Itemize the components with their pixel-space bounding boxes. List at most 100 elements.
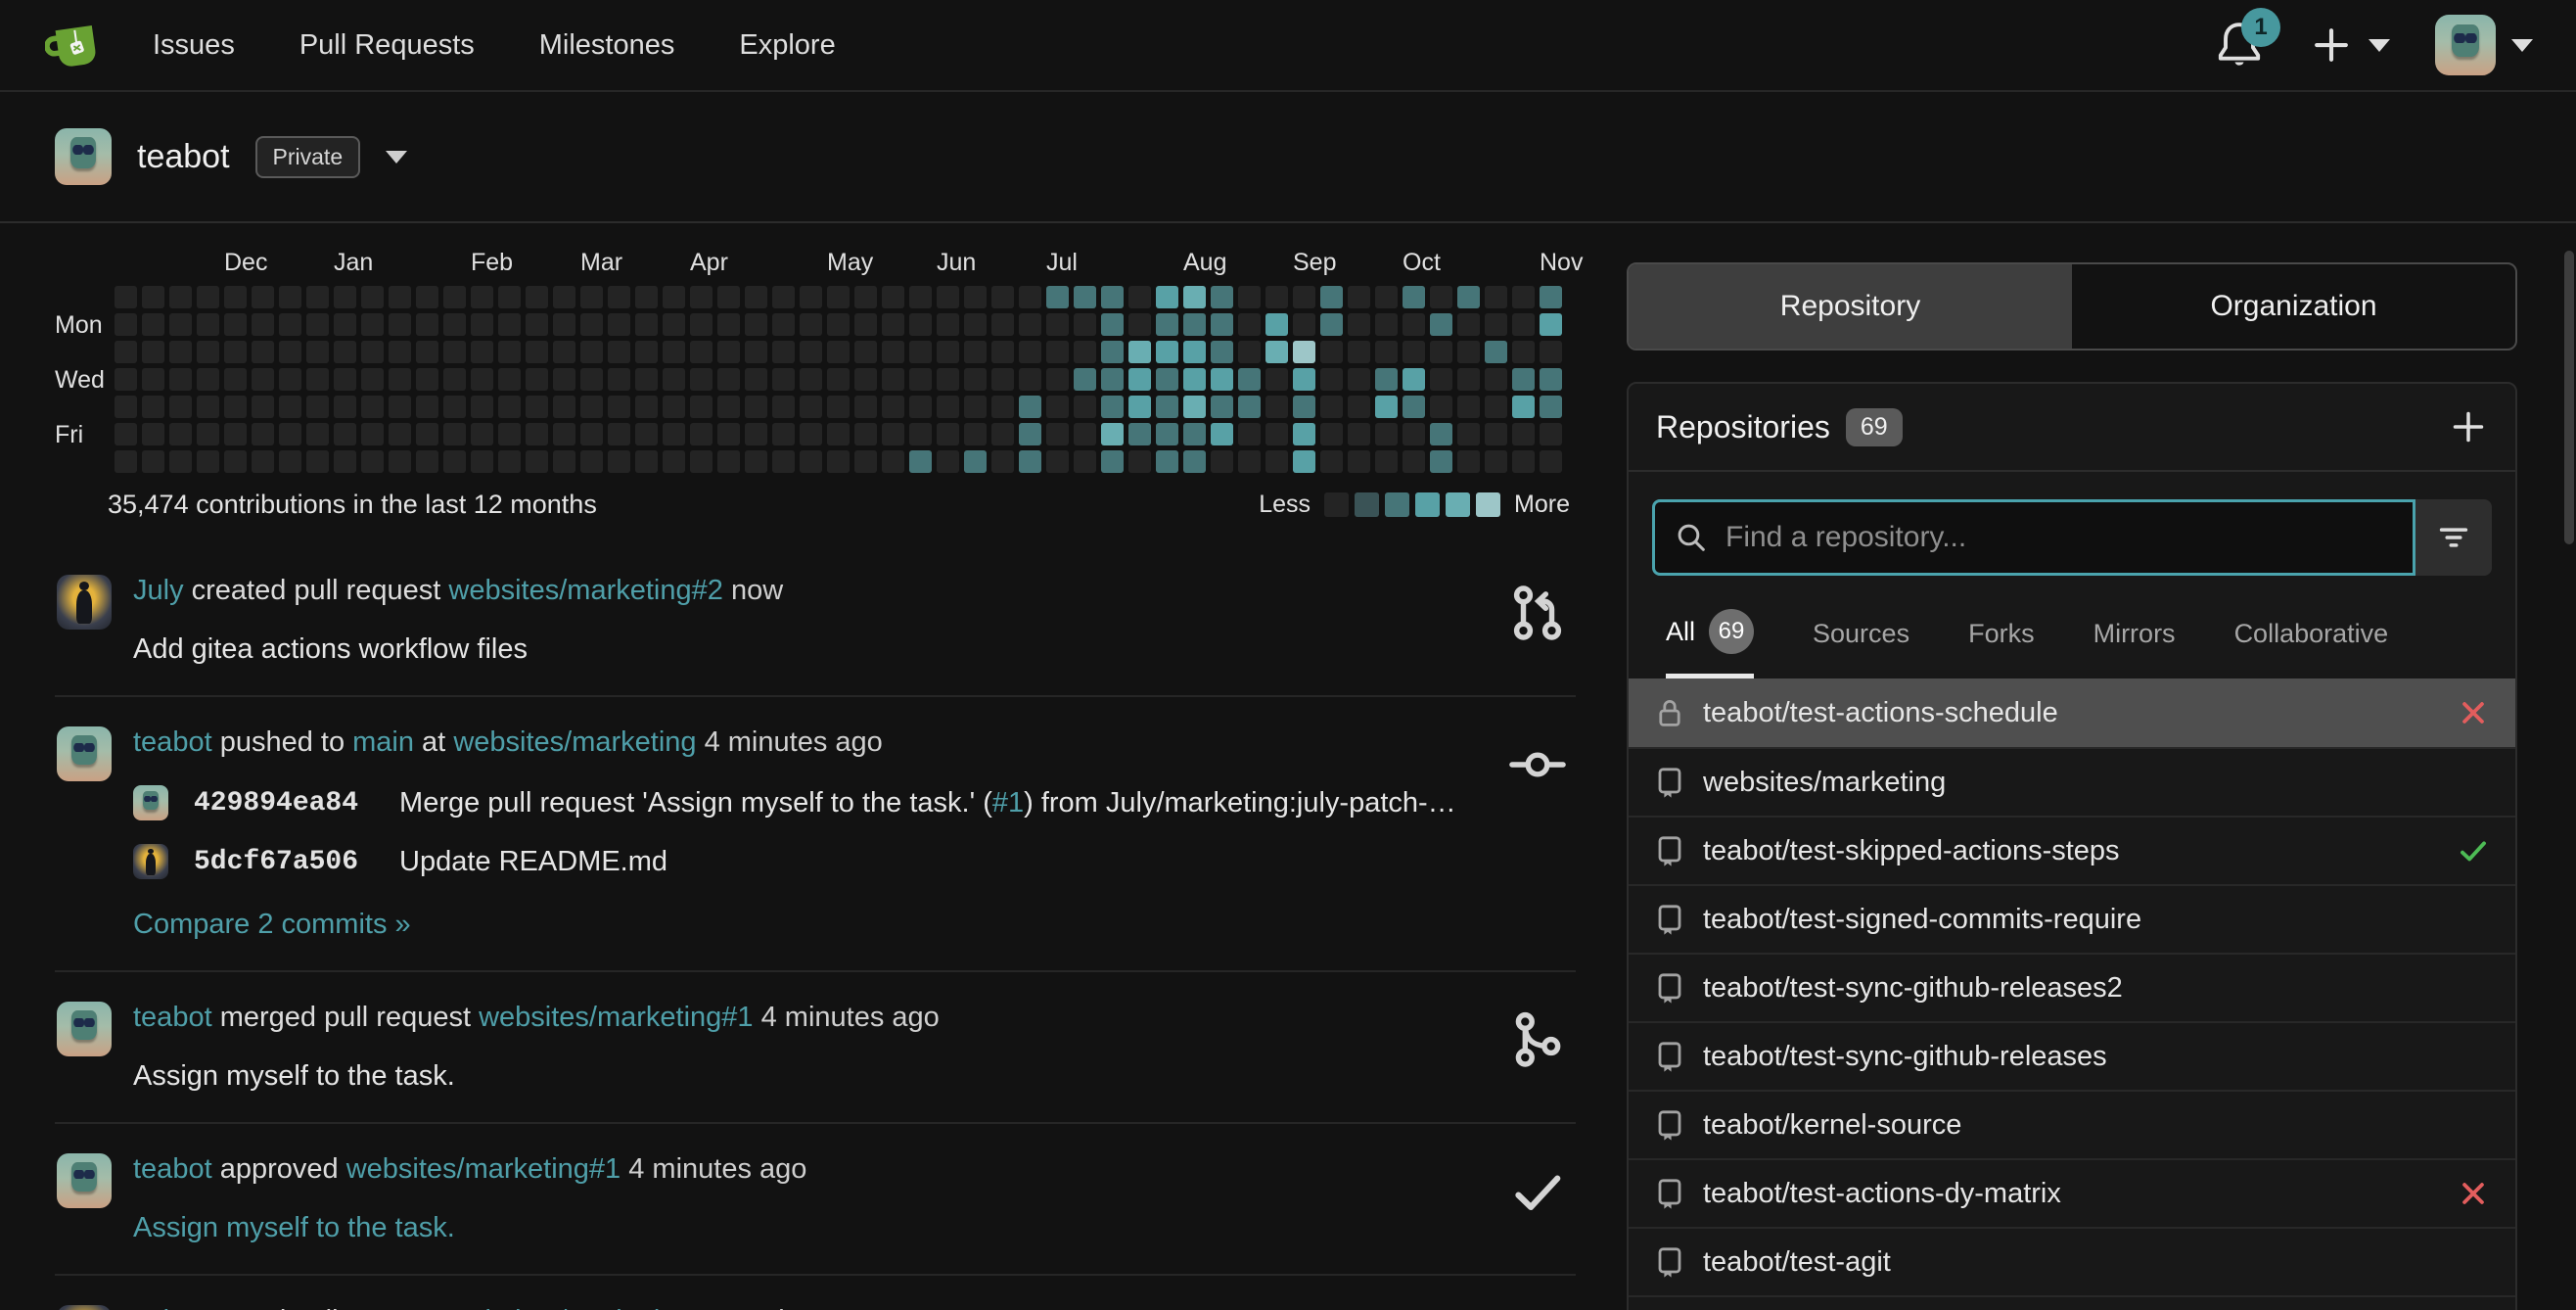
heatmap-cell[interactable] (964, 396, 987, 418)
heatmap-cell[interactable] (1265, 313, 1288, 336)
heatmap-cell[interactable] (937, 341, 959, 363)
heatmap-cell[interactable] (1430, 341, 1452, 363)
feed-link[interactable]: teabot (133, 1153, 212, 1185)
heatmap-cell[interactable] (498, 450, 521, 473)
status-success-icon[interactable] (2457, 834, 2490, 867)
heatmap-cell[interactable] (772, 313, 795, 336)
heatmap-cell[interactable] (1238, 286, 1261, 308)
heatmap-cell[interactable] (690, 450, 713, 473)
user-menu[interactable] (2435, 15, 2533, 75)
heatmap-cell[interactable] (635, 313, 658, 336)
nav-item-milestones[interactable]: Milestones (539, 29, 675, 62)
heatmap-cell[interactable] (937, 396, 959, 418)
heatmap-cell[interactable] (1019, 396, 1041, 418)
heatmap-cell[interactable] (1512, 423, 1535, 445)
heatmap-cell[interactable] (745, 450, 767, 473)
heatmap-cell[interactable] (361, 450, 384, 473)
heatmap-cell[interactable] (909, 450, 932, 473)
heatmap-cell[interactable] (745, 368, 767, 391)
heatmap-cell[interactable] (1128, 368, 1151, 391)
feed-link[interactable]: websites/marketing#1 (346, 1153, 621, 1185)
heatmap-cell[interactable] (1156, 368, 1178, 391)
heatmap-cell[interactable] (580, 396, 603, 418)
heatmap-cell[interactable] (937, 368, 959, 391)
heatmap-cell[interactable] (498, 368, 521, 391)
heatmap-cell[interactable] (224, 313, 247, 336)
heatmap-cell[interactable] (553, 286, 575, 308)
heatmap-cell[interactable] (1348, 423, 1370, 445)
repo-row[interactable]: teabot/test-actions-schedule (1629, 678, 2515, 747)
heatmap-cell[interactable] (1293, 450, 1315, 473)
heatmap-cell[interactable] (252, 396, 274, 418)
heatmap-cell[interactable] (115, 286, 137, 308)
heatmap-cell[interactable] (416, 450, 438, 473)
heatmap-cell[interactable] (252, 286, 274, 308)
heatmap-cell[interactable] (1375, 368, 1398, 391)
heatmap-cell[interactable] (772, 450, 795, 473)
heatmap-cell[interactable] (690, 286, 713, 308)
feed-link[interactable]: July (133, 1305, 184, 1310)
heatmap-cell[interactable] (526, 396, 548, 418)
avatar[interactable] (57, 726, 112, 781)
heatmap-cell[interactable] (580, 450, 603, 473)
heatmap-cell[interactable] (1211, 423, 1233, 445)
heatmap-cell[interactable] (909, 341, 932, 363)
avatar[interactable] (133, 844, 168, 879)
heatmap-cell[interactable] (1101, 341, 1124, 363)
heatmap-cell[interactable] (1156, 396, 1178, 418)
heatmap-cell[interactable] (635, 396, 658, 418)
filter-tab-collaborative[interactable]: Collaborative (2234, 609, 2389, 678)
heatmap-cell[interactable] (991, 450, 1014, 473)
heatmap-cell[interactable] (416, 286, 438, 308)
heatmap-cell[interactable] (608, 341, 630, 363)
heatmap-cell[interactable] (361, 396, 384, 418)
heatmap-cell[interactable] (937, 313, 959, 336)
heatmap-cell[interactable] (1485, 341, 1507, 363)
heatmap-cell[interactable] (1211, 450, 1233, 473)
commit-sha[interactable]: 5dcf67a506 (194, 847, 358, 877)
heatmap-cell[interactable] (1293, 286, 1315, 308)
heatmap-cell[interactable] (717, 368, 740, 391)
heatmap-cell[interactable] (1019, 423, 1041, 445)
heatmap-cell[interactable] (1074, 313, 1096, 336)
nav-item-explore[interactable]: Explore (739, 29, 835, 62)
heatmap-cell[interactable] (142, 423, 164, 445)
heatmap-cell[interactable] (1238, 450, 1261, 473)
heatmap-cell[interactable] (800, 286, 822, 308)
heatmap-cell[interactable] (745, 313, 767, 336)
heatmap-cell[interactable] (389, 286, 411, 308)
heatmap-cell[interactable] (224, 450, 247, 473)
heatmap-cell[interactable] (224, 341, 247, 363)
heatmap-cell[interactable] (443, 341, 466, 363)
heatmap-cell[interactable] (553, 396, 575, 418)
heatmap-cell[interactable] (443, 396, 466, 418)
heatmap-cell[interactable] (361, 341, 384, 363)
heatmap-cell[interactable] (471, 396, 493, 418)
heatmap-cell[interactable] (1211, 396, 1233, 418)
new-repository-button[interactable] (2449, 407, 2488, 446)
heatmap-cell[interactable] (717, 396, 740, 418)
caret-down-icon[interactable] (386, 150, 408, 164)
tab-repository[interactable]: Repository (1629, 264, 2072, 349)
heatmap-cell[interactable] (1265, 396, 1288, 418)
heatmap-cell[interactable] (553, 341, 575, 363)
heatmap-cell[interactable] (1156, 423, 1178, 445)
feed-link[interactable]: websites/marketing (453, 726, 696, 758)
heatmap-cell[interactable] (1348, 368, 1370, 391)
heatmap-cell[interactable] (1211, 368, 1233, 391)
heatmap-cell[interactable] (306, 286, 329, 308)
heatmap-cell[interactable] (1430, 396, 1452, 418)
heatmap-cell[interactable] (663, 450, 685, 473)
heatmap-cell[interactable] (1485, 423, 1507, 445)
commit-sha[interactable]: 429894ea84 (194, 788, 358, 819)
heatmap-cell[interactable] (909, 313, 932, 336)
heatmap-cell[interactable] (772, 396, 795, 418)
filter-tab-forks[interactable]: Forks (1968, 609, 2035, 678)
heatmap-cell[interactable] (1375, 286, 1398, 308)
heatmap-cell[interactable] (142, 396, 164, 418)
heatmap-cell[interactable] (306, 396, 329, 418)
heatmap-cell[interactable] (772, 368, 795, 391)
heatmap-cell[interactable] (1430, 450, 1452, 473)
heatmap-cell[interactable] (1320, 423, 1343, 445)
heatmap-cell[interactable] (608, 396, 630, 418)
